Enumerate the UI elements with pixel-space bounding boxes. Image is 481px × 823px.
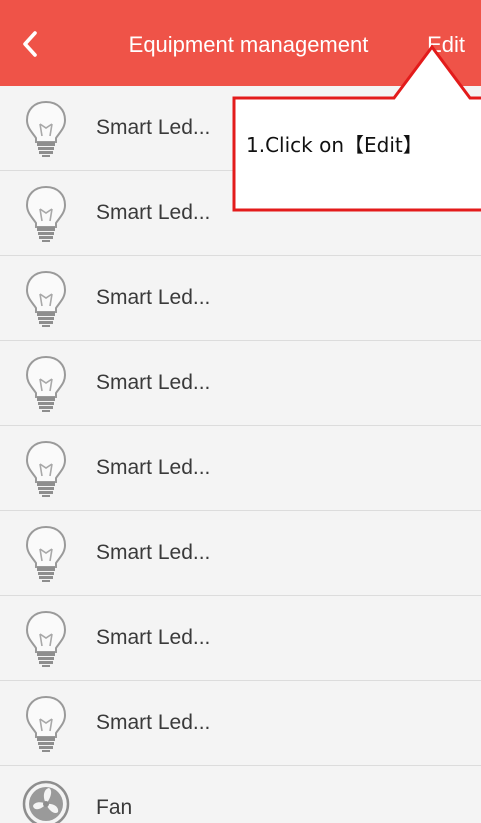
device-name: Smart Led...: [96, 711, 211, 734]
app-header: Equipment management Edit: [0, 0, 481, 86]
lightbulb-icon: [25, 185, 67, 242]
equipment-management-screen: Equipment management Edit Smart Led... S…: [0, 0, 481, 823]
page-title-text: Equipment management: [128, 32, 369, 57]
device-name: Smart Led...: [96, 116, 211, 139]
lightbulb-icon: [25, 610, 67, 667]
annotation-box: 1.Click on【Edit】: [234, 96, 481, 212]
list-item[interactable]: Smart Led...: [0, 256, 481, 341]
lightbulb-icon: [25, 355, 67, 412]
device-name: Smart Led...: [96, 626, 211, 649]
lightbulb-icon: [25, 270, 67, 327]
device-name: Smart Led...: [96, 201, 211, 224]
device-name: Smart Led...: [96, 541, 211, 564]
edit-button[interactable]: Edit: [427, 30, 465, 60]
lightbulb-icon: [25, 100, 67, 157]
list-item[interactable]: Smart Led...: [0, 511, 481, 596]
device-name: Fan: [96, 796, 133, 819]
list-item[interactable]: Fan: [0, 766, 481, 823]
lightbulb-icon: [25, 695, 67, 752]
list-item[interactable]: Smart Led...: [0, 596, 481, 681]
list-item[interactable]: Smart Led...: [0, 426, 481, 511]
list-item[interactable]: Smart Led...: [0, 341, 481, 426]
device-name: Smart Led...: [96, 456, 211, 479]
device-name: Smart Led...: [96, 371, 211, 394]
page-title: Equipment management: [0, 30, 481, 60]
lightbulb-icon: [25, 440, 67, 497]
fan-icon: [22, 780, 70, 823]
lightbulb-icon: [25, 525, 67, 582]
annotation-text: 1.Click on【Edit】: [246, 133, 423, 157]
device-name: Smart Led...: [96, 286, 211, 309]
list-item[interactable]: Smart Led...: [0, 681, 481, 766]
